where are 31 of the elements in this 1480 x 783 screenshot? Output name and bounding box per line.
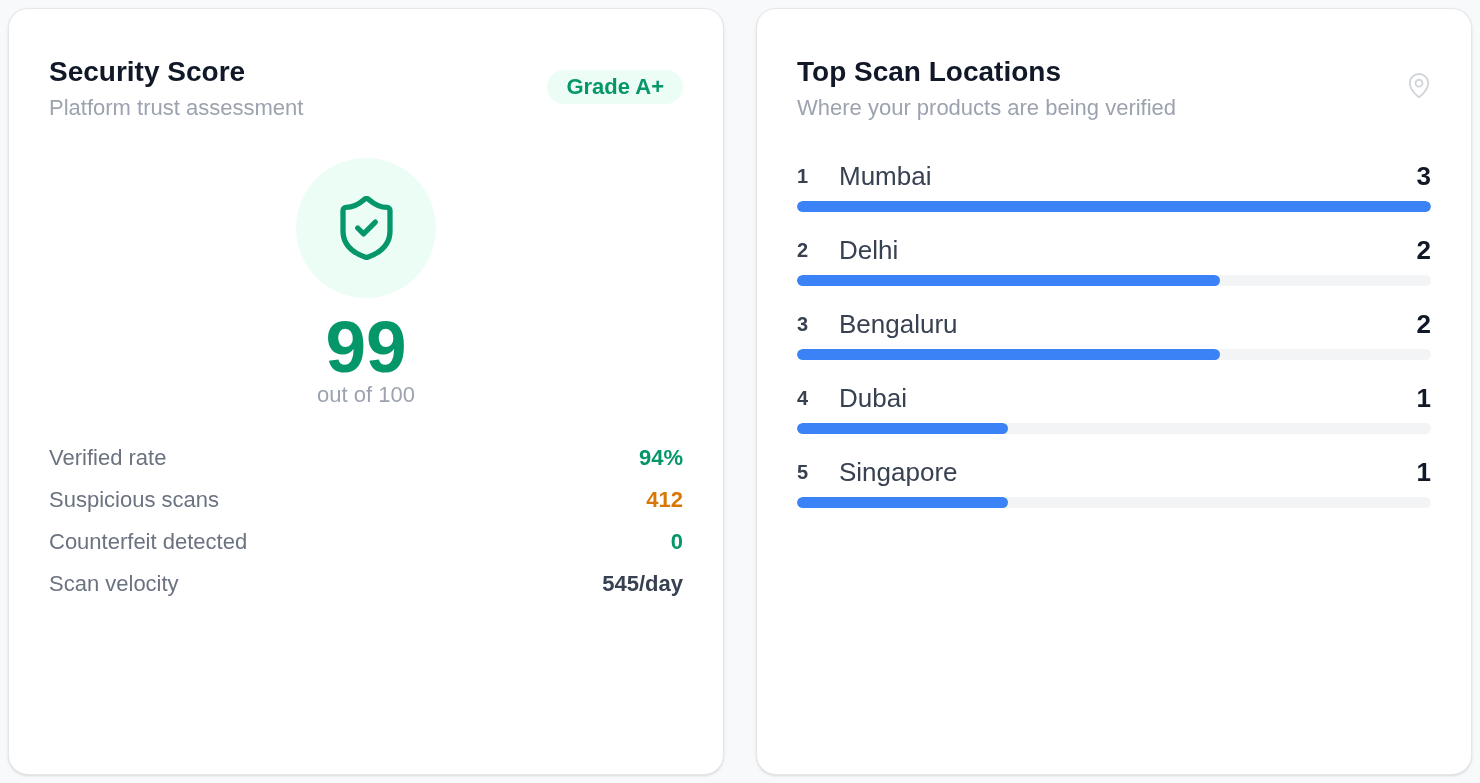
scan-count: 1 [1416,382,1431,414]
stat-label: Verified rate [49,444,167,472]
location-name: Delhi [839,234,900,266]
stat-label: Counterfeit detected [49,528,248,556]
stat-value: 545/day [602,570,683,598]
rank-number: 1 [797,164,810,189]
card-subtitle: Platform trust assessment [49,94,304,122]
rank-number: 3 [797,312,810,337]
scan-count: 1 [1416,456,1431,488]
stat-label: Scan velocity [49,570,179,598]
card-title: Security Score [49,56,246,88]
stat-value: 0 [670,528,683,556]
location-name: Dubai [839,382,908,414]
stat-value: 412 [646,486,683,514]
score-caption: out of 100 [317,383,415,407]
map-pin-icon [1409,73,1429,98]
card-subtitle: Where your products are being verified [797,94,1177,122]
stat-label: Suspicious scans [49,486,219,514]
rank-number: 2 [797,238,810,263]
location-name: Mumbai [839,160,933,192]
scan-count: 3 [1416,160,1431,192]
card-title: Top Scan Locations [797,56,1061,88]
grade-badge: Grade A+ [547,70,683,104]
stat-value: 94% [638,444,683,472]
location-name: Bengaluru [839,308,959,340]
rank-number: 5 [797,460,810,485]
scan-count: 2 [1416,308,1431,340]
location-name: Singapore [839,456,959,488]
scan-count: 2 [1416,234,1431,266]
score-value: 99 [325,310,407,383]
rank-number: 4 [797,386,810,411]
